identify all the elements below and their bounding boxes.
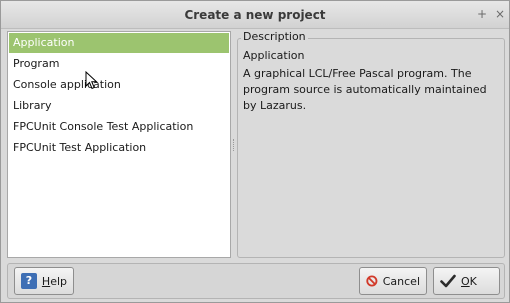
list-item-console-application[interactable]: Console application xyxy=(9,75,229,95)
description-caption: Description xyxy=(241,30,308,43)
list-item-fpcunit-console-test-application[interactable]: FPCUnit Console Test Application xyxy=(9,117,229,137)
project-type-list[interactable]: Application Program Console application … xyxy=(7,31,231,258)
list-item-fpcunit-test-application[interactable]: FPCUnit Test Application xyxy=(9,138,229,158)
ok-button[interactable]: OK xyxy=(433,267,500,295)
help-button[interactable]: ? Help xyxy=(14,267,74,295)
list-item-program[interactable]: Program xyxy=(9,54,229,74)
help-icon: ? xyxy=(21,273,37,289)
splitter-grip xyxy=(233,139,235,151)
dialog-client-area: Application Program Console application … xyxy=(1,29,509,302)
list-item-library[interactable]: Library xyxy=(9,96,229,116)
maximize-button[interactable]: + xyxy=(475,6,489,22)
button-panel: ? Help Cancel OK xyxy=(7,263,505,299)
ok-label: OK xyxy=(461,274,477,288)
cancel-icon xyxy=(366,275,378,287)
description-text: A graphical LCL/Free Pascal program. The… xyxy=(243,67,487,112)
title-bar[interactable]: Create a new project + × xyxy=(1,1,509,29)
cancel-label: Cancel xyxy=(382,274,420,288)
window-title: Create a new project xyxy=(184,8,326,22)
list-item-application[interactable]: Application xyxy=(9,33,229,53)
description-title: Application xyxy=(243,49,305,62)
checkmark-icon xyxy=(440,274,456,288)
close-button[interactable]: × xyxy=(493,6,507,22)
help-label: Help xyxy=(41,274,67,288)
cancel-button[interactable]: Cancel xyxy=(359,267,427,295)
new-project-dialog: Create a new project + × Application Pro… xyxy=(0,0,510,303)
mouse-pointer-icon xyxy=(85,71,98,90)
